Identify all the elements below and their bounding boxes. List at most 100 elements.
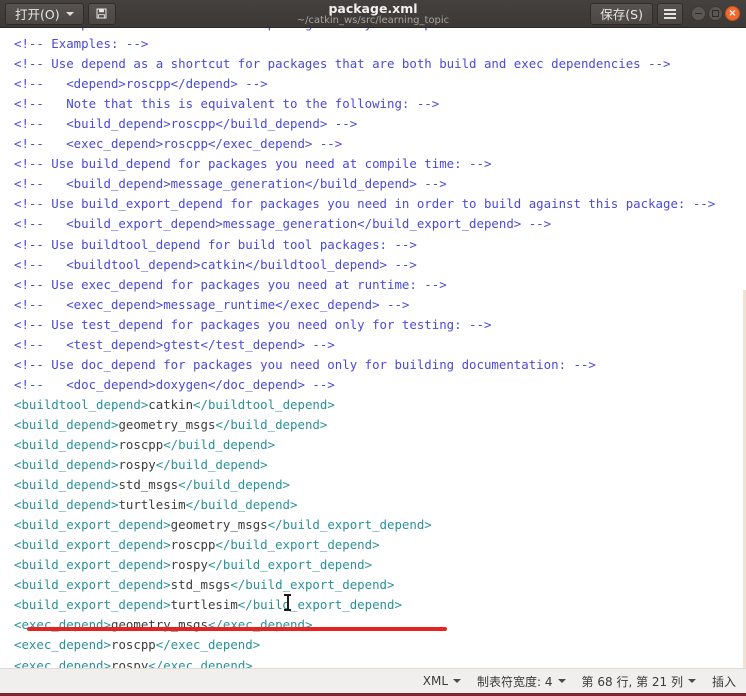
code-line[interactable]: <!-- Note that this is equivalent to the… bbox=[14, 94, 746, 114]
title-bar: 打开(O) package.xml ~/catkin_ws/src/learni… bbox=[0, 0, 746, 28]
xml-comment: <!-- <depend>roscpp</depend> --> bbox=[14, 76, 268, 92]
open-button[interactable]: 打开(O) bbox=[5, 2, 84, 25]
close-button[interactable]: × bbox=[725, 6, 740, 21]
code-line[interactable]: <!-- Use test_depend for packages you ne… bbox=[14, 315, 746, 335]
text-editor-area[interactable]: <!-- Dependencies can be catkin packages… bbox=[0, 28, 746, 668]
xml-comment: <!-- Dependencies can be catkin packages… bbox=[14, 28, 544, 31]
language-selector[interactable]: XML bbox=[422, 674, 462, 688]
tab-width-selector[interactable]: 制表符宽度: 4 bbox=[477, 673, 566, 690]
cursor-position-selector[interactable]: 第 68 行, 第 21 列 bbox=[582, 673, 696, 690]
red-underline-annotation bbox=[27, 627, 447, 631]
code-line[interactable]: <build_export_depend>turtlesim</build_ex… bbox=[14, 595, 746, 615]
code-line[interactable]: <exec_depend>geometry_msgs</exec_depend> bbox=[14, 615, 746, 635]
xml-text: roscpp bbox=[118, 436, 164, 452]
code-line[interactable]: <build_export_depend>geometry_msgs</buil… bbox=[14, 515, 746, 535]
xml-tag: <build_depend> bbox=[14, 477, 119, 493]
status-bar: XML 制表符宽度: 4 第 68 行, 第 21 列 插入 bbox=[0, 668, 746, 696]
xml-tag: <build_depend> bbox=[14, 416, 119, 432]
minimize-button[interactable] bbox=[691, 6, 706, 21]
hamburger-menu-icon bbox=[664, 8, 676, 11]
code-line[interactable]: <!-- Use doc_depend for packages you nee… bbox=[14, 355, 746, 375]
xml-tag: <build_export_depend> bbox=[14, 577, 171, 593]
code-line[interactable]: <exec_depend>roscpp</exec_depend> bbox=[14, 635, 746, 655]
code-line[interactable]: <build_export_depend>std_msgs</build_exp… bbox=[14, 575, 746, 595]
xml-comment: <!-- Use build_depend for packages you n… bbox=[14, 156, 492, 172]
chevron-down-icon bbox=[687, 679, 696, 683]
code-line[interactable]: <build_depend>std_msgs</build_depend> bbox=[14, 475, 746, 495]
xml-tag: <exec_depend> bbox=[14, 637, 111, 653]
code-line[interactable]: <build_depend>geometry_msgs</build_depen… bbox=[14, 415, 746, 435]
xml-tag: </build_depend> bbox=[185, 497, 298, 513]
xml-comment: <!-- <build_export_depend>message_genera… bbox=[14, 216, 552, 232]
code-line[interactable]: <build_depend>turtlesim</build_depend> bbox=[14, 495, 746, 515]
xml-tag: </build_export_depend> bbox=[267, 517, 432, 533]
maximize-icon bbox=[712, 10, 719, 17]
gedit-window: 打开(O) package.xml ~/catkin_ws/src/learni… bbox=[0, 0, 746, 696]
open-button-label: 打开(O) bbox=[15, 7, 60, 22]
code-line[interactable]: <!-- <doc_depend>doxygen</doc_depend> --… bbox=[14, 375, 746, 395]
xml-tag: <build_export_depend> bbox=[14, 557, 171, 573]
xml-tag: <build_depend> bbox=[14, 497, 119, 513]
language-label: XML bbox=[422, 674, 449, 688]
xml-comment: <!-- <exec_depend>message_runtime</exec_… bbox=[14, 296, 410, 312]
code-line[interactable]: <exec_depend>rospy</exec_depend> bbox=[14, 656, 746, 669]
xml-tag: <build_export_depend> bbox=[14, 597, 171, 613]
cursor-position-label: 第 68 行, 第 21 列 bbox=[581, 674, 683, 689]
code-line[interactable]: <!-- <test_depend>gtest</test_depend> --… bbox=[14, 335, 746, 355]
xml-text: std_msgs bbox=[170, 577, 231, 593]
code-line[interactable]: <!-- Use buildtool_depend for build tool… bbox=[14, 235, 746, 255]
code-line[interactable]: <build_export_depend>rospy</build_export… bbox=[14, 555, 746, 575]
code-line[interactable]: <!-- <build_depend>roscpp</build_depend>… bbox=[14, 114, 746, 134]
code-line[interactable]: <!-- <exec_depend>roscpp</exec_depend> -… bbox=[14, 134, 746, 154]
code-line[interactable]: <!-- Use build_depend for packages you n… bbox=[14, 154, 746, 174]
xml-tag: <exec_depend> bbox=[14, 657, 111, 669]
xml-tag: <build_depend> bbox=[14, 436, 119, 452]
xml-comment: <!-- Use test_depend for packages you ne… bbox=[14, 316, 492, 332]
file-path-subtitle: ~/catkin_ws/src/learning_topic bbox=[296, 14, 450, 26]
window-controls: × bbox=[691, 6, 740, 21]
source-code-view[interactable]: <!-- Dependencies can be catkin packages… bbox=[0, 28, 746, 668]
xml-comment: <!-- Examples: --> bbox=[14, 36, 149, 52]
xml-comment: <!-- <exec_depend>roscpp</exec_depend> -… bbox=[14, 136, 343, 152]
xml-tag: </build_export_depend> bbox=[215, 537, 380, 553]
xml-text: rospy bbox=[110, 657, 149, 669]
xml-tag: <build_depend> bbox=[14, 457, 119, 473]
maximize-button[interactable] bbox=[708, 6, 723, 21]
titlebar-right-group: 保存(S) × bbox=[588, 2, 743, 25]
xml-comment: <!-- <doc_depend>doxygen</doc_depend> --… bbox=[14, 376, 335, 392]
code-line[interactable]: <!-- Use depend as a shortcut for packag… bbox=[14, 54, 746, 74]
minimize-icon bbox=[695, 12, 702, 15]
insert-mode-label: 插入 bbox=[711, 674, 736, 689]
page-title: package.xml bbox=[328, 0, 418, 16]
xml-comment: <!-- <buildtool_depend>catkin</buildtool… bbox=[14, 256, 417, 272]
xml-tag: </exec_depend> bbox=[155, 637, 261, 653]
code-line[interactable]: <buildtool_depend>catkin</buildtool_depe… bbox=[14, 395, 746, 415]
save-button[interactable]: 保存(S) bbox=[590, 2, 653, 25]
code-line[interactable]: <!-- Examples: --> bbox=[14, 34, 746, 54]
save-button-label: 保存(S) bbox=[600, 7, 643, 22]
xml-comment: <!-- Use depend as a shortcut for packag… bbox=[14, 56, 671, 72]
save-icon-button[interactable] bbox=[87, 2, 116, 25]
code-line[interactable]: <!-- <buildtool_depend>catkin</buildtool… bbox=[14, 255, 746, 275]
code-line[interactable]: <build_depend>roscpp</build_depend> bbox=[14, 435, 746, 455]
hamburger-menu-button[interactable] bbox=[657, 2, 683, 25]
code-line[interactable]: <!-- <build_depend>message_generation</b… bbox=[14, 174, 746, 194]
code-line[interactable]: <!-- <build_export_depend>message_genera… bbox=[14, 214, 746, 234]
xml-text: std_msgs bbox=[118, 477, 179, 493]
close-icon: × bbox=[728, 7, 737, 19]
xml-tag: </buildtool_depend> bbox=[193, 396, 335, 412]
save-floppy-icon bbox=[95, 7, 108, 20]
code-line[interactable]: <!-- Use exec_depend for packages you ne… bbox=[14, 275, 746, 295]
xml-tag: </build_depend> bbox=[163, 436, 276, 452]
xml-tag: </build_depend> bbox=[155, 457, 268, 473]
code-line[interactable]: <build_export_depend>roscpp</build_expor… bbox=[14, 535, 746, 555]
xml-text: catkin bbox=[148, 396, 194, 412]
xml-comment: <!-- Use buildtool_depend for build tool… bbox=[14, 236, 417, 252]
xml-comment: <!-- <build_depend>roscpp</build_depend>… bbox=[14, 116, 358, 132]
xml-tag: </build_export_depend> bbox=[207, 557, 373, 573]
code-line[interactable]: <!-- <exec_depend>message_runtime</exec_… bbox=[14, 295, 746, 315]
code-line[interactable]: <!-- Use build_export_depend for package… bbox=[14, 194, 746, 214]
code-line[interactable]: <!-- <depend>roscpp</depend> --> bbox=[14, 74, 746, 94]
xml-text: rospy bbox=[170, 557, 208, 573]
code-line[interactable]: <build_depend>rospy</build_depend> bbox=[14, 455, 746, 475]
